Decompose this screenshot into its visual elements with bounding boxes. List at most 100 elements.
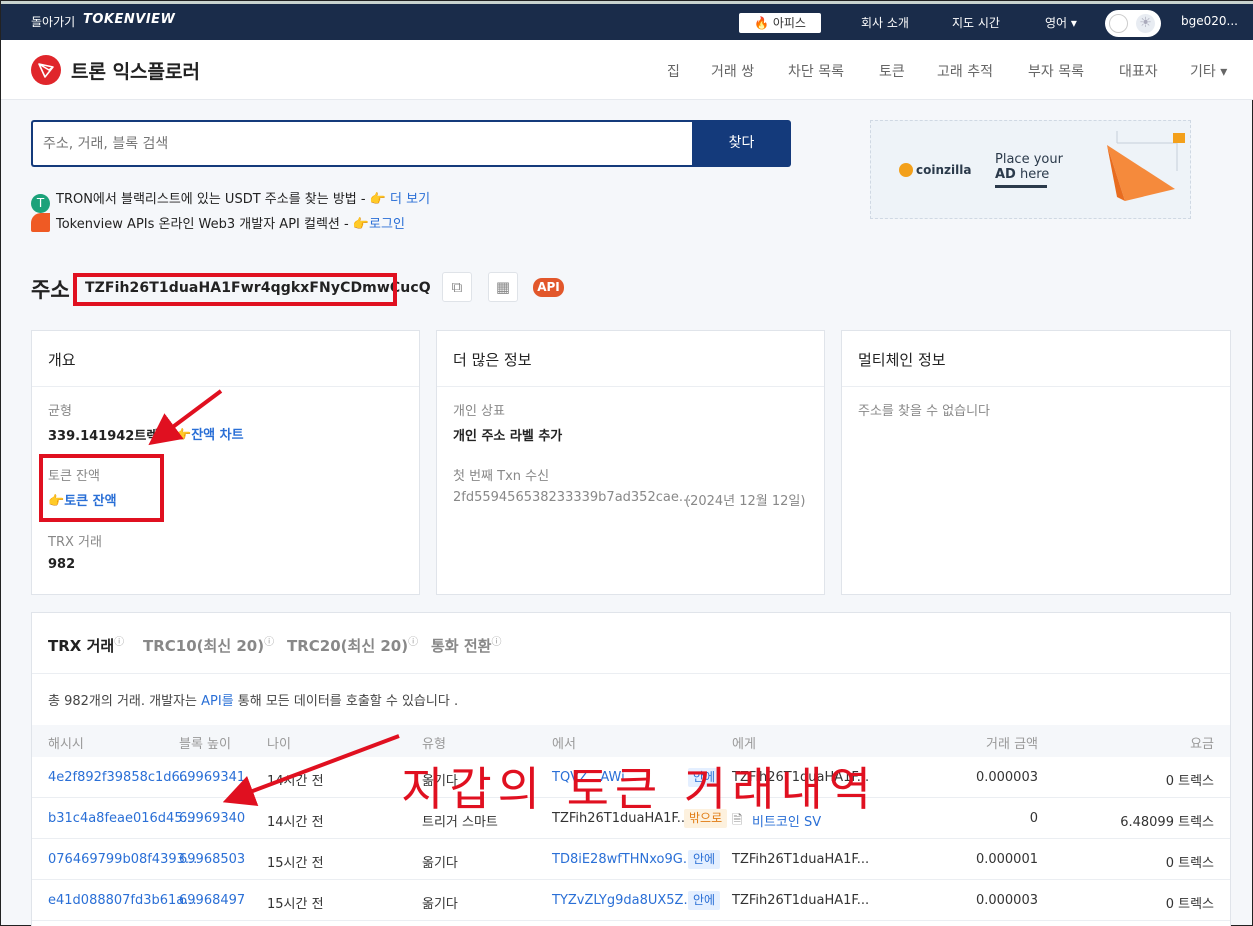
balance-chart-link[interactable]: 👉잔액 차트 xyxy=(175,424,244,443)
nav-tokens[interactable]: 토큰 xyxy=(879,61,905,81)
hot-button[interactable]: 🔥 아피스 xyxy=(739,13,821,33)
tx-direction-badge: 안에 xyxy=(688,891,721,910)
add-label-link[interactable]: 개인 주소 라벨 추가 xyxy=(453,425,562,444)
hot-button-label: 아피스 xyxy=(772,16,806,30)
tx-fee: 0 트렉스 xyxy=(1165,897,1214,912)
ad-banner[interactable]: coinzilla Place your AD here xyxy=(870,120,1191,219)
tether-icon: T xyxy=(31,194,50,213)
nav-home[interactable]: 집 xyxy=(667,61,680,81)
token-balance-highlight-box xyxy=(39,454,164,522)
tx-amount: 0 xyxy=(1029,811,1038,826)
tx-age: 14시간 전 xyxy=(267,774,324,789)
col-fee: 요금 xyxy=(1190,737,1214,752)
user-account[interactable]: bge020... xyxy=(1181,14,1238,28)
table-row: e41d088807fd3b61a... 69968497 15시간 전 옮기다… xyxy=(32,880,1230,921)
tx-block[interactable]: 69969341 xyxy=(179,770,245,785)
tx-summary: 총 982개의 거래. 개발자는 API를 통해 모든 데이터를 호출할 수 있… xyxy=(48,694,459,709)
api-badge[interactable]: API xyxy=(533,278,564,297)
tx-from[interactable]: TD8iE28wfTHNxo9G... xyxy=(552,852,695,867)
search-button[interactable]: 찾다 xyxy=(692,120,791,167)
tab-currency[interactable]: 통화 전환ⓘ xyxy=(431,633,501,656)
copy-icon[interactable]: ⧉ xyxy=(442,272,472,302)
tx-to[interactable]: TZFih26T1duaHA1F... xyxy=(732,893,869,908)
nav-more[interactable]: 기타 ▾ xyxy=(1190,61,1227,81)
notice-usdt: T TRON에서 블랙리스트에 있는 USDT 주소를 찾는 방법 - 👉 더 보… xyxy=(31,188,430,213)
back-link[interactable]: 돌아가기 xyxy=(31,13,75,30)
balance-value: 339.141942트렉 xyxy=(48,429,159,444)
col-to: 에게 xyxy=(732,737,756,752)
ad-underline xyxy=(995,185,1047,188)
tutorial-link[interactable]: 지도 시간 xyxy=(952,14,1000,31)
tokenview-logo[interactable]: TOKENVIEW xyxy=(83,12,175,27)
coinzilla-icon xyxy=(899,163,913,177)
nav-trading-pairs[interactable]: 거래 쌍 xyxy=(711,61,754,81)
nav-whale-tracking[interactable]: 고래 추적 xyxy=(937,61,993,81)
tx-amount: 0.000003 xyxy=(975,893,1038,908)
tx-to[interactable]: TZFih26T1duaHA1F... xyxy=(732,852,869,867)
overview-title: 개요 xyxy=(32,331,419,387)
tx-block[interactable]: 69969340 xyxy=(179,811,245,826)
api-link[interactable]: API를 xyxy=(201,694,234,709)
trx-tx-label: TRX 거래 xyxy=(48,535,102,550)
ad-text: Place your AD here xyxy=(995,152,1063,182)
tx-amount: 0.000003 xyxy=(975,770,1038,785)
tx-block[interactable]: 69968497 xyxy=(179,893,245,908)
tx-amount: 0.000001 xyxy=(975,852,1038,867)
first-txn-hash[interactable]: 2fd559456538233339b7ad352cae... xyxy=(453,490,691,505)
tx-hash[interactable]: 076469799b08f4393... xyxy=(48,852,197,867)
tx-fee: 6.48099 트렉스 xyxy=(1120,815,1214,830)
col-type: 유형 xyxy=(422,737,446,752)
sun-icon: ☀ xyxy=(1136,14,1155,33)
tab-trc10[interactable]: TRC10(최신 20)ⓘ xyxy=(143,633,274,656)
col-amount: 거래 금액 xyxy=(986,737,1038,752)
trx-tx-count: 982 xyxy=(48,557,76,572)
first-txn-label: 첫 번째 Txn 수신 xyxy=(453,469,550,484)
tx-from[interactable]: TYZvZLYg9da8UX5Z... xyxy=(552,893,696,908)
pointing-hand-icon: 👉 xyxy=(369,192,386,207)
annotation-text: 지갑의 토큰 거래내역 xyxy=(401,762,878,816)
tab-trx[interactable]: TRX 거래ⓘ xyxy=(48,633,124,656)
nav-rich-list[interactable]: 부자 목록 xyxy=(1028,61,1084,81)
tx-fee: 0 트렉스 xyxy=(1165,856,1214,871)
theme-toggle[interactable]: ☀ xyxy=(1105,10,1161,37)
tx-type: 옮기다 xyxy=(422,897,458,912)
tx-direction-badge: 안에 xyxy=(688,850,721,869)
search-input[interactable] xyxy=(33,122,693,165)
pointing-hand-icon: 👉 xyxy=(175,428,192,443)
tx-hash[interactable]: 4e2f892f39858c1d6... xyxy=(48,770,192,785)
tx-block[interactable]: 69968503 xyxy=(179,852,245,867)
multichain-title: 멀티체인 정보 xyxy=(842,331,1230,387)
about-link[interactable]: 회사 소개 xyxy=(861,14,909,31)
toggle-knob xyxy=(1109,14,1128,33)
site-header: 트론 익스플로러 집 거래 쌍 차단 목록 토큰 고래 추적 부자 목록 대표자… xyxy=(1,40,1253,100)
notice-usdt-text: TRON에서 블랙리스트에 있는 USDT 주소를 찾는 방법 - xyxy=(56,192,370,207)
first-txn-date: (2024년 12월 12일) xyxy=(685,494,806,509)
nav-block-list[interactable]: 차단 목록 xyxy=(788,61,844,81)
coinzilla-logo: coinzilla xyxy=(899,163,971,177)
nav-representatives[interactable]: 대표자 xyxy=(1119,61,1158,81)
private-tag-label: 개인 상표 xyxy=(453,404,505,419)
info-icon: ⓘ xyxy=(491,637,502,648)
notice-more-link[interactable]: 더 보기 xyxy=(390,192,430,207)
top-bar: 돌아가기 TOKENVIEW 🔥 아피스 회사 소개 지도 시간 영어 ▾ ☀ … xyxy=(1,1,1253,40)
qr-code-icon[interactable]: ▦ xyxy=(488,272,518,302)
tx-age: 15시간 전 xyxy=(267,897,324,912)
tron-logo-icon[interactable] xyxy=(31,55,61,85)
tx-age: 15시간 전 xyxy=(267,856,324,871)
balance-label: 균형 xyxy=(48,404,72,419)
col-block: 블록 높이 xyxy=(179,737,231,752)
notice-login-link[interactable]: 로그인 xyxy=(369,217,405,232)
tx-type: 옮기다 xyxy=(422,856,458,871)
site-title[interactable]: 트론 익스플로러 xyxy=(71,57,200,84)
tx-fee: 0 트렉스 xyxy=(1165,774,1214,789)
tx-hash[interactable]: e41d088807fd3b61a... xyxy=(48,893,197,908)
tab-trc20[interactable]: TRC20(최신 20)ⓘ xyxy=(287,633,418,656)
language-dropdown[interactable]: 영어 ▾ xyxy=(1045,14,1077,31)
col-age[interactable]: 나이 xyxy=(267,733,291,752)
notice-api-text: Tokenview APIs 온라인 Web3 개발자 API 컬렉션 - xyxy=(56,217,353,232)
info-icon: ⓘ xyxy=(408,637,419,648)
search-box xyxy=(31,120,693,167)
notice-api: Tokenview APIs 온라인 Web3 개발자 API 컬렉션 - 👉로… xyxy=(31,213,405,232)
col-from: 에서 xyxy=(552,737,576,752)
tx-hash[interactable]: b31c4a8feae016d45... xyxy=(48,811,195,826)
